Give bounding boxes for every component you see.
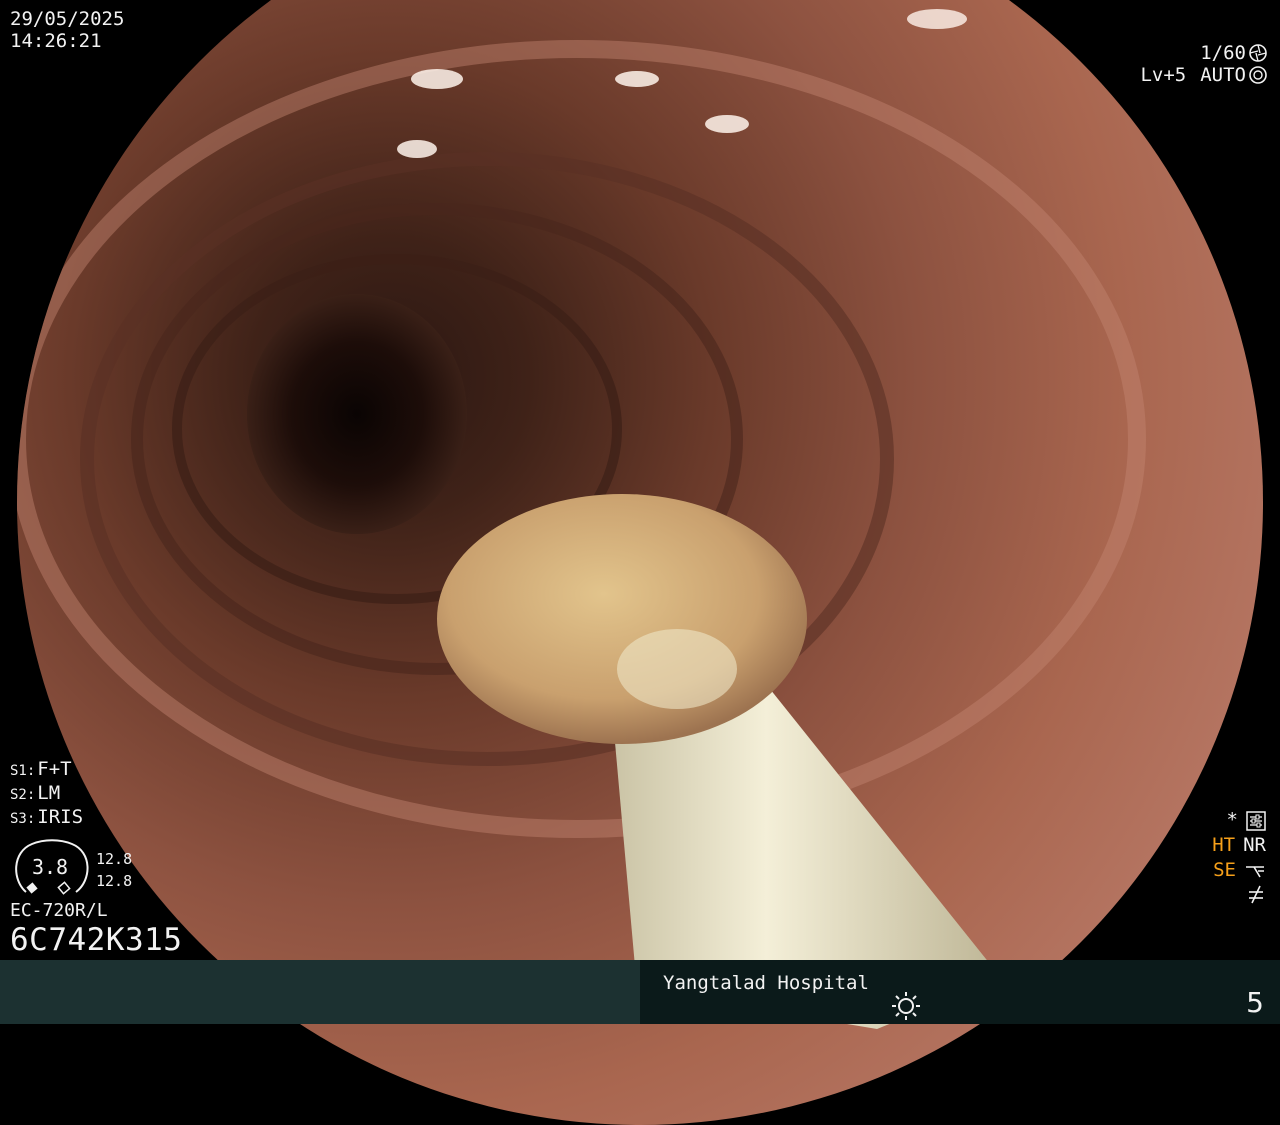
scope-model: EC-720R/L <box>10 900 108 921</box>
exposure-mode: AUTO <box>1200 64 1246 86</box>
gauge-center-value: 3.8 <box>32 855 68 879</box>
date-text: 29/05/2025 <box>10 8 125 30</box>
datetime: 29/05/2025 14:26:21 <box>10 8 124 52</box>
ht-indicator: HT <box>1212 834 1236 856</box>
not-equal-icon <box>1249 885 1263 904</box>
star-indicator: * <box>1226 809 1238 831</box>
auto-iris-icon <box>1249 66 1267 84</box>
brightness-level: Lv+5 <box>1140 64 1187 86</box>
gauge-bottom-value: 12.8 <box>96 872 133 890</box>
gauge-icon: 3.8 <box>15 839 89 895</box>
status-icons: * HT NR SE <box>1212 808 1266 905</box>
footer-bar: Yangtalad Hospital 5 <box>0 960 1280 1024</box>
setting-s1: S1: F+T <box>10 758 72 780</box>
shutter-speed: 1/60 <box>1200 42 1246 64</box>
exposure-info: 1/60 Lv+5 AUTO <box>1140 42 1268 86</box>
colon-image <box>17 9 1146 1029</box>
enhance-curve-icon <box>1246 865 1264 877</box>
gauge-top-value: 12.8 <box>96 850 133 868</box>
footer-left-panel <box>0 960 640 1024</box>
image-count: 5 <box>1246 986 1264 1019</box>
endoscopy-screen: 29/05/2025 14:26:21 1/60 Lv+5 AUTO S1: F… <box>0 0 1280 1125</box>
light-source-icon <box>892 992 920 1020</box>
setting-s2: S2: LM <box>10 782 61 804</box>
nr-indicator: NR <box>1243 834 1266 856</box>
settings-sliders-icon <box>1246 810 1266 831</box>
hospital-name: Yangtalad Hospital <box>663 972 869 994</box>
se-indicator: SE <box>1213 859 1236 881</box>
distance-gauge: 3.8 <box>10 836 92 900</box>
aperture-icon <box>1249 44 1267 62</box>
scope-serial: 6C742K315 <box>10 922 183 958</box>
gauge-values: 12.8 12.8 <box>96 848 132 892</box>
time-text: 14:26:21 <box>10 30 102 52</box>
switch-settings: S1: F+T S2: LM S3: IRIS <box>10 758 83 830</box>
endoscopic-view <box>17 0 1263 1125</box>
setting-s3: S3: IRIS <box>10 806 84 828</box>
